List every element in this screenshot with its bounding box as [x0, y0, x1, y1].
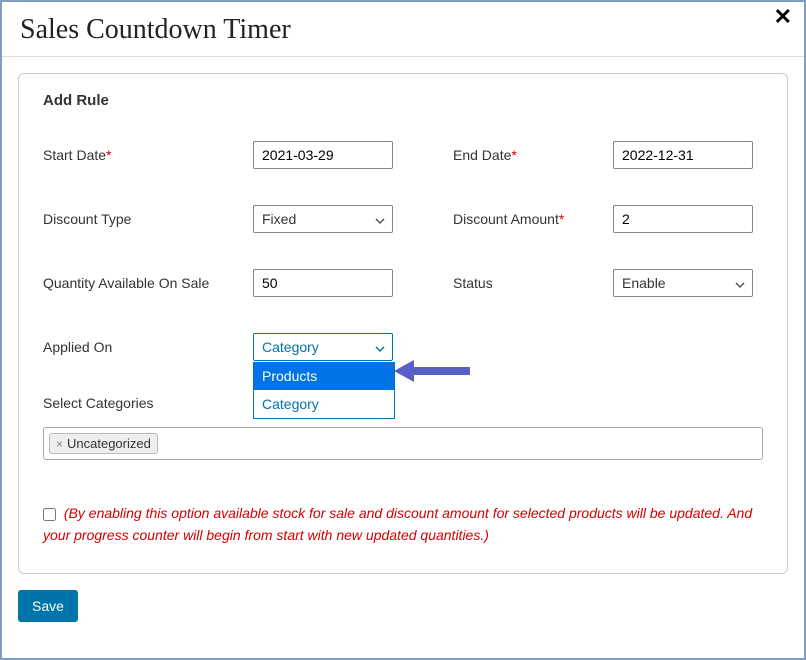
end-date-input[interactable]	[613, 141, 753, 169]
status-select[interactable]: Enable	[613, 269, 753, 297]
discount-type-value: Fixed	[262, 211, 296, 227]
category-token-label: Uncategorized	[67, 436, 151, 451]
chevron-down-icon	[734, 278, 744, 288]
qty-label: Quantity Available On Sale	[43, 275, 253, 291]
qty-input[interactable]	[253, 269, 393, 297]
applied-on-select[interactable]: Category Products Category	[253, 333, 393, 361]
chevron-down-icon	[374, 342, 384, 352]
start-date-input[interactable]	[253, 141, 393, 169]
applied-on-value: Category	[262, 339, 319, 355]
rule-card: Add Rule Start Date* End Date* Discount …	[18, 73, 788, 574]
start-date-label: Start Date*	[43, 147, 253, 163]
select-categories-label: Select Categories	[43, 395, 763, 411]
card-title: Add Rule	[43, 92, 763, 109]
categories-token-box[interactable]: × Uncategorized	[43, 427, 763, 460]
close-icon[interactable]: ✕	[774, 6, 792, 28]
chevron-down-icon	[374, 214, 384, 224]
checkbox-note: (By enabling this option available stock…	[43, 505, 752, 543]
select-categories-row: Select Categories × Uncategorized	[43, 395, 763, 460]
modal-title: Sales Countdown Timer	[20, 14, 786, 46]
modal-window: Sales Countdown Timer ✕ Add Rule Start D…	[0, 0, 806, 660]
end-date-label: End Date*	[453, 147, 613, 163]
discount-amount-input[interactable]	[613, 205, 753, 233]
form-grid: Start Date* End Date* Discount Type Fixe…	[43, 141, 763, 361]
status-value: Enable	[622, 275, 666, 291]
update-stock-row: (By enabling this option available stock…	[43, 502, 763, 547]
save-button[interactable]: Save	[18, 590, 78, 622]
update-stock-checkbox[interactable]	[43, 508, 56, 521]
applied-on-dropdown: Products Category	[253, 362, 395, 419]
discount-type-label: Discount Type	[43, 211, 253, 227]
applied-on-label: Applied On	[43, 339, 253, 355]
category-token: × Uncategorized	[49, 433, 158, 454]
discount-type-select[interactable]: Fixed	[253, 205, 393, 233]
remove-token-icon[interactable]: ×	[56, 437, 63, 451]
status-label: Status	[453, 275, 613, 291]
dropdown-option-category[interactable]: Category	[254, 390, 394, 418]
discount-amount-label: Discount Amount*	[453, 211, 613, 227]
dropdown-option-products[interactable]: Products	[254, 362, 394, 390]
modal-header: Sales Countdown Timer ✕	[2, 2, 804, 57]
